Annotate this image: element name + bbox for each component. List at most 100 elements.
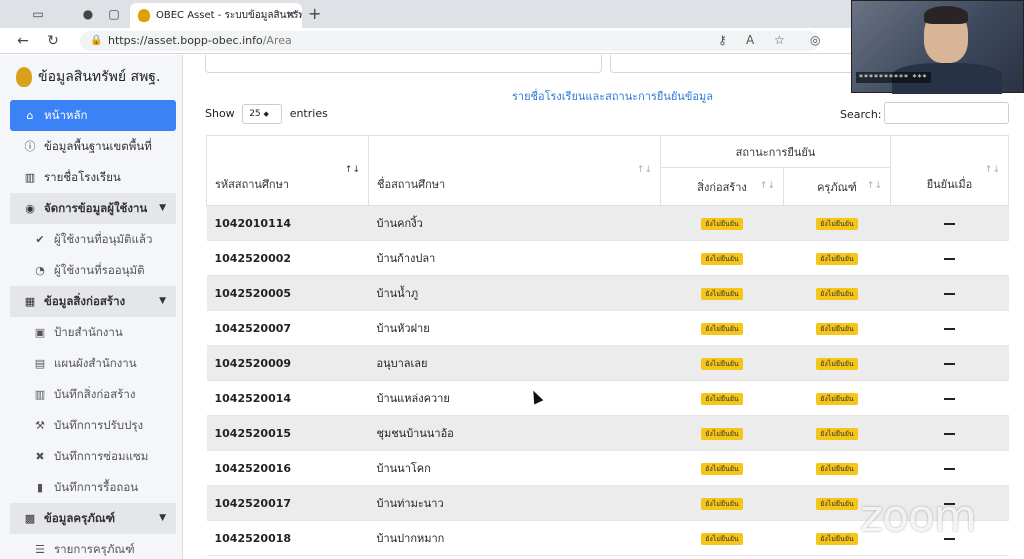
confirmed-at-cell [890,450,1009,486]
building-status-cell: ยังไม่ยืนยัน [660,275,784,311]
sidebar-item-office-map[interactable]: ▤ แผนผังสำนักงาน [10,348,176,379]
sidebar-item-label: ผู้ใช้งานที่อนุมัติแล้ว [54,232,153,246]
col-confirmed-header[interactable]: ยืนยันเมื่อ ↑↓ [890,135,1009,206]
equipment-status-cell: ยังไม่ยืนยัน [783,310,891,346]
user-check-icon: ✔ [35,233,45,246]
table-row[interactable]: 1042520016 บ้านนาโคก ยังไม่ยืนยัน ยังไม่ยืน… [206,450,1009,486]
sidebar: ข้อมูลสินทรัพย์ สพฐ. ⌂ หน้าหลัก ⓘ ข้อมูลพื… [0,55,183,559]
sidebar-item-office-sign[interactable]: ▣ ป้ายสำนักงาน [10,317,176,348]
col-code-header[interactable]: รหัสสถานศึกษา ↑↓ [206,135,369,206]
empty-dash-icon [944,327,955,330]
table-row[interactable]: 1042010114 บ้านคกงิ้ว ยังไม่ยืนยัน ยังไม่ยื… [206,205,1009,241]
chevron-down-icon: ▼ [159,513,166,523]
tab-close-icon[interactable]: ✕ [286,3,296,28]
school-icon: ▥ [34,388,46,401]
empty-dash-icon [944,362,955,365]
sidebar-item-home[interactable]: ⌂ หน้าหลัก [10,100,176,131]
confirmed-at-cell [890,415,1009,451]
school-code-cell: 1042520018 [206,520,369,556]
status-badge: ยังไม่ยืนยัน [816,288,858,300]
new-tab-icon[interactable]: + [308,4,321,23]
sidebar-item-equipment-list[interactable]: ☰ รายการครุภัณฑ์ [10,534,176,559]
status-badge: ยังไม่ยืนยัน [701,428,743,440]
sidebar-item-area-info[interactable]: ⓘ ข้อมูลพื้นฐานเขตพื้นที่ [10,131,176,162]
back-icon[interactable]: ← [14,32,32,50]
sidebar-item-demolition-records[interactable]: ▮ บันทึกการรื้อถอน [10,472,176,503]
school-code-cell: 1042520005 [206,275,369,311]
sidebar-group-users[interactable]: ◉ จัดการข้อมูลผู้ใช้งาน ▼ [10,193,176,224]
confirmed-at-cell [890,275,1009,311]
sidebar-item-label: รายการครุภัณฑ์ [54,542,135,556]
sign-icon: ▣ [34,326,46,339]
sort-icon: ↑↓ [759,180,775,191]
sidebar-item-schools[interactable]: ▥ รายชื่อโรงเรียน [10,162,176,193]
building-status-cell: ยังไม่ยืนยัน [660,415,784,451]
col-equipment-header[interactable]: ครุภัณฑ์ ↑↓ [783,167,891,206]
read-aloud-icon[interactable]: A [746,33,754,47]
school-name-cell: บ้านน้ำภู [368,275,661,311]
users-icon: ◉ [25,202,35,215]
tab-actions-icon[interactable]: ▢ [106,6,122,22]
confirmed-at-cell [890,345,1009,381]
school-code-cell: 1042520009 [206,345,369,381]
zoom-watermark: zoom [860,491,977,542]
table-row[interactable]: 1042520015 ชุมชนบ้านนาอ้อ ยังไม่ยืนยัน ยังไ… [206,415,1009,451]
status-badge: ยังไม่ยืนยัน [701,253,743,265]
sidebar-group-buildings[interactable]: ▦ ข้อมูลสิ่งก่อสร้าง ▼ [10,286,176,317]
status-badge: ยังไม่ยืนยัน [816,393,858,405]
status-badge: ยังไม่ยืนยัน [816,253,858,265]
table-row[interactable]: 1042520007 บ้านหัวฝาย ยังไม่ยืนยัน ยังไม่ยื… [206,310,1009,346]
sort-asc-icon: ↑↓ [344,164,360,175]
table-row[interactable]: 1042520002 บ้านก้างปลา ยังไม่ยืนยัน ยังไม่ย… [206,240,1009,276]
equipment-status-cell: ยังไม่ยืนยัน [783,450,891,486]
chevron-down-icon: ▼ [159,203,166,213]
key-icon[interactable]: ⚷ [718,33,727,47]
extensions-icon[interactable]: ◎ [810,33,820,47]
window-menu-icon[interactable]: ▭ [30,6,46,22]
equipment-status-cell: ยังไม่ยืนยัน [783,205,891,241]
table-row[interactable]: 1042520014 บ้านแหล่งควาย ยังไม่ยืนยัน ยังไม… [206,380,1009,416]
table-row[interactable]: 1042520005 บ้านน้ำภู ยังไม่ยืนยัน ยังไม่ยืน… [206,275,1009,311]
school-name-cell: อนุบาลเลย [368,345,661,381]
sidebar-item-improvement-records[interactable]: ⚒ บันทึกการปรับปรุง [10,410,176,441]
equipment-status-cell: ยังไม่ยืนยัน [783,345,891,381]
search-input[interactable] [884,102,1009,124]
confirmed-at-cell [890,310,1009,346]
school-name-cell: บ้านก้างปลา [368,240,661,276]
reload-icon[interactable]: ↻ [44,32,62,50]
participant-video[interactable]: ********** *** [851,0,1024,94]
sidebar-item-label: ข้อมูลครุภัณฑ์ [44,511,116,525]
sidebar-item-repair-records[interactable]: ✖ บันทึกการซ่อมแซม [10,441,176,472]
status-badge: ยังไม่ยืนยัน [816,428,858,440]
sidebar-item-building-records[interactable]: ▥ บันทึกสิ่งก่อสร้าง [10,379,176,410]
empty-dash-icon [944,292,955,295]
entries-select[interactable]: 25 ◆ [242,104,283,124]
sidebar-item-label: ข้อมูลสิ่งก่อสร้าง [44,294,126,308]
sidebar-item-approved-users[interactable]: ✔ ผู้ใช้งานที่อนุมัติแล้ว [10,224,176,255]
sidebar-item-pending-users[interactable]: ◔ ผู้ใช้งานที่รออนุมัติ [10,255,176,286]
school-code-cell: 1042520016 [206,450,369,486]
building-status-cell: ยังไม่ยืนยัน [660,310,784,346]
url-input[interactable]: 🔒 https://asset.bopp-obec.info/Area [80,31,820,51]
status-badge: ยังไม่ยืนยัน [816,463,858,475]
brand[interactable]: ข้อมูลสินทรัพย์ สพฐ. [16,64,181,90]
status-badge: ยังไม่ยืนยัน [816,498,858,510]
school-status-link[interactable]: รายชื่อโรงเรียนและสถานะการยืนยันข้อมูล [512,87,713,105]
table-row[interactable]: 1042520009 อนุบาลเลย ยังไม่ยืนยัน ยังไม่ยืน… [206,345,1009,381]
tools-icon: ✖ [35,450,45,463]
favorite-star-icon[interactable]: ☆ [774,33,785,47]
url-path: /Area [262,34,292,47]
school-code-cell: 1042520015 [206,415,369,451]
participant-name: ********** *** [856,72,931,83]
profile-icon[interactable]: ● [80,6,96,22]
confirmed-at-cell [890,205,1009,241]
status-badge: ยังไม่ยืนยัน [701,323,743,335]
status-badge: ยังไม่ยืนยัน [701,463,743,475]
col-building-header[interactable]: สิ่งก่อสร้าง ↑↓ [660,167,784,206]
status-badge: ยังไม่ยืนยัน [701,498,743,510]
status-badge: ยังไม่ยืนยัน [701,288,743,300]
school-name-cell: บ้านนาโคก [368,450,661,486]
browser-tab-active[interactable]: OBEC Asset - ระบบข้อมูลสินทรัพ ✕ [130,3,302,28]
col-name-header[interactable]: ชื่อสถานศึกษา ↑↓ [368,135,661,206]
sidebar-group-equipment[interactable]: ▩ ข้อมูลครุภัณฑ์ ▼ [10,503,176,534]
